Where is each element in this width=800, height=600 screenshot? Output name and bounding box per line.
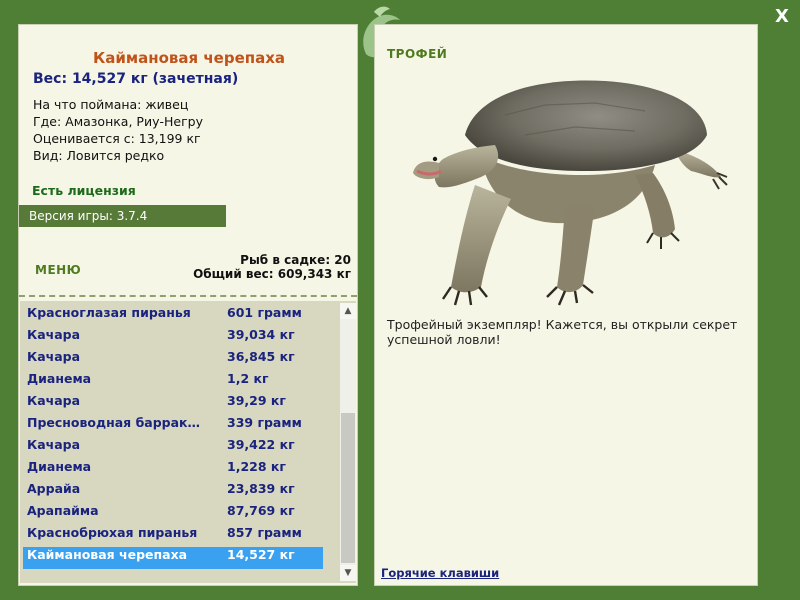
catch-list[interactable]: Красноглазая пиранья 601 грамм Качара 39,03… [20, 301, 356, 583]
fish-rarity: Вид: Ловится редко [33, 148, 165, 163]
catch-fish-weight: 339 грамм [227, 415, 302, 430]
catch-fish-weight: 39,034 кг [227, 327, 295, 342]
keep-net-count: Рыб в садке: 20 [240, 253, 351, 267]
catch-fish-weight: 39,29 кг [227, 393, 286, 408]
scroll-thumb[interactable] [341, 413, 355, 563]
catch-list-row[interactable]: Качара 39,034 кг [23, 327, 323, 349]
catch-list-row[interactable]: Качара 36,845 кг [23, 349, 323, 371]
fish-bait: На что поймана: живец [33, 97, 189, 112]
catch-list-row[interactable]: Красноглазая пиранья 601 грамм [23, 305, 323, 327]
keep-net-total-weight: Общий вес: 609,343 кг [193, 267, 351, 281]
catch-fish-name: Качара [27, 327, 81, 342]
hotkeys-link[interactable]: Горячие клавиши [381, 566, 499, 580]
fish-weight: Вес: 14,527 кг (зачетная) [33, 71, 239, 87]
catch-fish-weight: 1,2 кг [227, 371, 269, 386]
catch-list-row[interactable]: Краснобрюхая пиранья 857 грамм [23, 525, 323, 547]
catch-fish-weight: 87,769 кг [227, 503, 295, 518]
catch-list-row[interactable]: Качара 39,29 кг [23, 393, 323, 415]
catch-fish-name: Качара [27, 393, 81, 408]
menu-button[interactable]: МЕНЮ [35, 263, 81, 277]
catch-fish-weight: 23,839 кг [227, 481, 295, 496]
divider [19, 295, 357, 297]
catch-list-row[interactable]: Пресноводная барраку... 339 грамм [23, 415, 323, 437]
scroll-up-arrow-icon[interactable]: ▲ [340, 303, 356, 319]
catch-fish-weight: 39,422 кг [227, 437, 295, 452]
catch-fish-name: Пресноводная барраку... [27, 415, 207, 430]
catch-fish-weight: 601 грамм [227, 305, 302, 320]
catch-fish-name: Красноглазая пиранья [27, 305, 191, 320]
catch-fish-weight: 36,845 кг [227, 349, 295, 364]
catch-list-row[interactable]: Каймановая черепаха 14,527 кг [23, 547, 323, 569]
keep-net-stats: Рыб в садке: 20 Общий вес: 609,343 кг [193, 253, 351, 281]
trophy-description: Трофейный экземпляр! Кажется, вы открыли… [387, 317, 738, 347]
catch-fish-name: Качара [27, 349, 81, 364]
fish-location: Где: Амазонка, Риу-Негру [33, 114, 203, 129]
license-status: Есть лицензия [32, 183, 136, 198]
catch-fish-name: Арапайма [27, 503, 99, 518]
catch-fish-weight: 857 грамм [227, 525, 302, 540]
catch-list-row[interactable]: Дианема 1,228 кг [23, 459, 323, 481]
close-button[interactable]: X [770, 6, 794, 28]
catch-fish-name: Дианема [27, 371, 92, 386]
fish-title: Каймановая черепаха [92, 49, 286, 67]
catch-fish-name: Каймановая черепаха [27, 547, 188, 562]
catch-fish-name: Аррайа [27, 481, 81, 496]
fish-valued-from: Оценивается с: 13,199 кг [33, 131, 201, 146]
catch-list-row[interactable]: Качара 39,422 кг [23, 437, 323, 459]
catch-fish-weight: 1,228 кг [227, 459, 286, 474]
catch-fish-weight: 14,527 кг [227, 547, 295, 562]
catch-list-row[interactable]: Арапайма 87,769 кг [23, 503, 323, 525]
trophy-panel: ТРОФЕЙ Трофейный экземпляр! Кажется, вы … [374, 24, 758, 586]
catch-list-row[interactable]: Аррайа 23,839 кг [23, 481, 323, 503]
list-scrollbar[interactable]: ▲ ▼ [340, 303, 356, 581]
turtle-image [413, 80, 728, 306]
catch-fish-name: Дианема [27, 459, 92, 474]
game-version: Версия игры: 3.7.4 [19, 205, 226, 227]
catch-list-row[interactable]: Дианема 1,2 кг [23, 371, 323, 393]
fish-info-panel: Каймановая черепаха Вес: 14,527 кг (заче… [18, 24, 358, 586]
scroll-down-arrow-icon[interactable]: ▼ [340, 565, 356, 581]
catch-fish-name: Краснобрюхая пиранья [27, 525, 198, 540]
catch-fish-name: Качара [27, 437, 81, 452]
